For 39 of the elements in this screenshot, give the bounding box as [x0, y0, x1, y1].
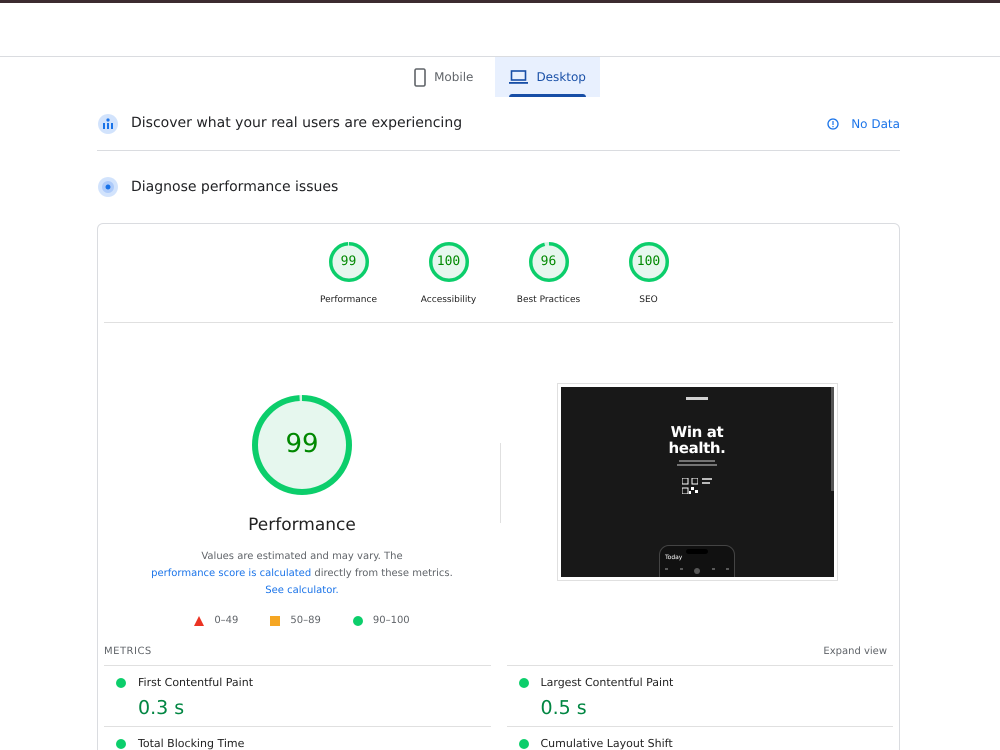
link[interactable]: performance score is calculated — [151, 568, 312, 579]
category-label: Accessibility — [420, 294, 476, 307]
no-data-label: No Data — [851, 116, 900, 132]
score: 99 — [340, 253, 358, 272]
subtitle-lines — [677, 460, 717, 466]
headline: Win at health. — [668, 424, 726, 456]
users-icon — [97, 112, 119, 134]
legend-range: 50–89 — [290, 614, 321, 628]
score: 99 — [284, 428, 320, 461]
metric-name: Cumulative Layout Shift — [540, 736, 673, 750]
section-title: Diagnose performance issues — [131, 178, 338, 196]
metric-name: Largest Contentful Paint — [540, 675, 674, 691]
legend-range: 0–49 — [214, 614, 238, 628]
section-title: Discover what your real users are experiencing — [131, 114, 462, 133]
info-icon — [827, 118, 840, 130]
category-label: Performance — [320, 294, 378, 307]
laptop-icon — [509, 70, 528, 84]
category-label: SEO — [639, 294, 658, 307]
link[interactable]: See calculator. — [265, 585, 339, 596]
diagnose-icon — [97, 176, 119, 198]
device-tab[interactable]: Mobile — [400, 57, 488, 97]
gauge-title: Performance — [248, 514, 356, 536]
score: 100 — [636, 253, 662, 272]
metric-value: 0.5 s — [540, 696, 588, 720]
metric-value: 0.3 s — [138, 696, 186, 720]
expand-view-link[interactable]: Expand view — [823, 644, 887, 659]
metrics-heading: METRICS — [104, 645, 152, 659]
qr-code-icon — [682, 478, 698, 494]
metric-name: Total Blocking Time — [138, 736, 244, 750]
score: 96 — [540, 253, 558, 272]
legend-range: 90–100 — [372, 614, 410, 628]
metric-name: First Contentful Paint — [138, 675, 254, 691]
logo-mark — [686, 396, 708, 400]
scan-text-lines — [702, 478, 712, 484]
category-label: Best Practices — [516, 294, 580, 307]
phone-icon — [414, 68, 426, 86]
device-tab[interactable]: Desktop — [495, 57, 600, 97]
description: Values are estimated and may vary. The performance score is calculated directly from these metrics. See calculator. — [150, 550, 454, 598]
score: 100 — [436, 253, 462, 272]
